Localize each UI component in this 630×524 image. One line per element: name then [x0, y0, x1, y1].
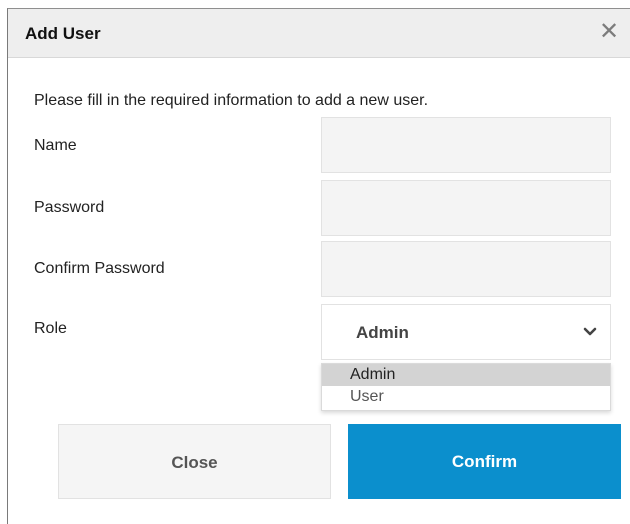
confirm-button[interactable]: Confirm	[348, 424, 621, 499]
role-label: Role	[34, 320, 67, 337]
role-selected-value: Admin	[356, 323, 409, 342]
name-field[interactable]	[321, 117, 611, 173]
name-label: Name	[34, 137, 77, 154]
chevron-down-icon[interactable]	[580, 321, 600, 341]
role-option-admin[interactable]: Admin	[322, 364, 610, 386]
dialog-header: Add User ✕	[8, 9, 630, 58]
password-field[interactable]	[321, 180, 611, 236]
confirm-password-label: Confirm Password	[34, 260, 165, 277]
close-icon[interactable]: ✕	[594, 17, 624, 47]
add-user-dialog: Add User ✕ Please fill in the required i…	[7, 8, 630, 524]
role-option-user[interactable]: User	[322, 386, 610, 408]
role-options-list: Admin User	[321, 363, 611, 411]
confirm-password-field[interactable]	[321, 241, 611, 297]
close-button[interactable]: Close	[58, 424, 331, 499]
password-label: Password	[34, 199, 105, 216]
dialog-title: Add User	[25, 24, 101, 43]
role-select[interactable]: Admin	[321, 304, 611, 360]
dialog-intro-text: Please fill in the required information …	[34, 92, 429, 109]
